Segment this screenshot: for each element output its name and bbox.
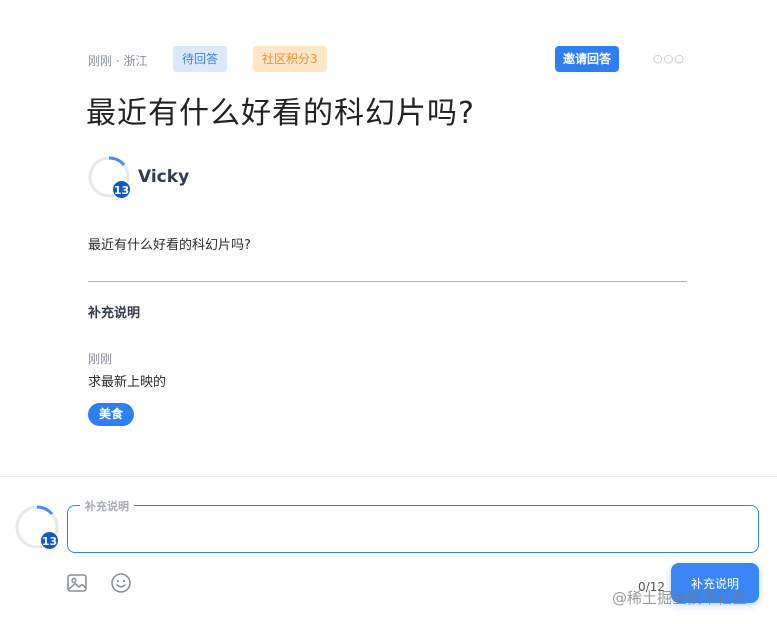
- supplement-field[interactable]: 补充说明: [67, 498, 759, 553]
- supplement-field-label: 补充说明: [80, 498, 134, 514]
- supplement-time: 刚刚: [88, 352, 113, 366]
- question-time-location: 刚刚 · 浙江: [88, 54, 148, 68]
- topic-tag[interactable]: 美食: [88, 403, 135, 426]
- question-title: 最近有什么好看的科幻片吗?: [86, 96, 475, 131]
- status-badge: 待回答: [173, 46, 228, 72]
- supplement-text: 求最新上映的: [88, 375, 167, 390]
- points-badge: 社区积分3: [253, 46, 327, 72]
- emoji-icon[interactable]: [110, 572, 132, 594]
- question-meta: 刚刚 · 浙江 待回答 社区积分3 邀请回答 ○○○: [88, 46, 688, 72]
- image-icon[interactable]: [66, 572, 88, 594]
- author-name[interactable]: Vicky: [138, 167, 189, 187]
- composer-avatar: 13: [14, 504, 60, 550]
- question-body: 最近有什么好看的科幻片吗?: [88, 238, 251, 253]
- more-options-icon[interactable]: ○○○: [653, 52, 685, 65]
- section-divider: [0, 476, 777, 477]
- supplement-heading: 补充说明: [88, 306, 141, 321]
- supplement-input[interactable]: [78, 516, 748, 542]
- watermark: @稀土掘金技术社区: [612, 589, 748, 607]
- level-badge: 13: [40, 531, 59, 550]
- level-badge: 13: [112, 180, 131, 199]
- divider: [88, 281, 687, 282]
- invite-answer-button[interactable]: 邀请回答: [555, 46, 620, 72]
